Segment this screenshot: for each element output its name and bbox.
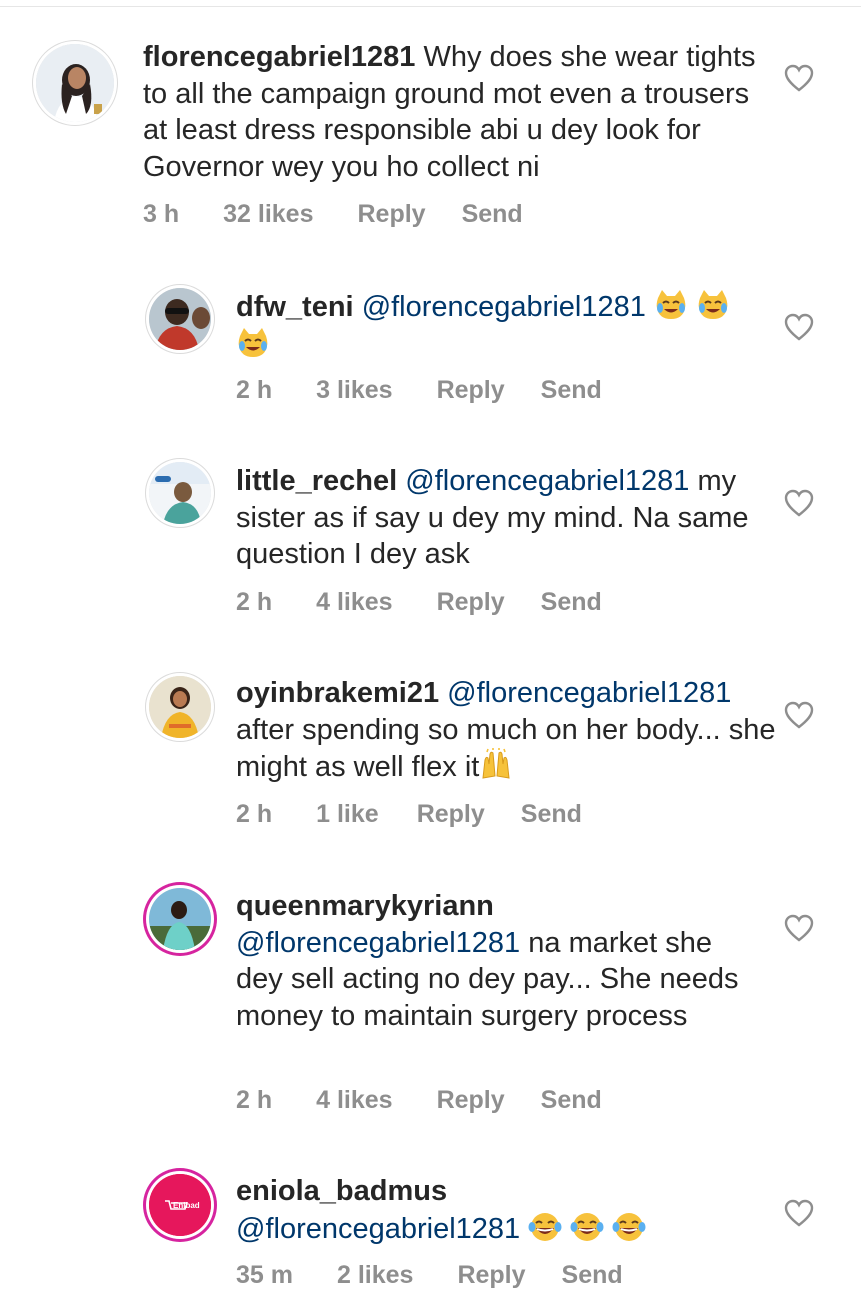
comment-meta: 2 h 3 likes Reply Send bbox=[236, 376, 602, 405]
comment-mention[interactable]: @florencegabriel1281 bbox=[405, 465, 689, 497]
heart-icon[interactable] bbox=[784, 313, 814, 341]
comment-text: florencegabriel1281 Why does she wear ti… bbox=[143, 39, 763, 185]
send-button[interactable]: Send bbox=[562, 1261, 623, 1290]
comment-likes[interactable]: 4 likes bbox=[316, 588, 392, 617]
comment-username[interactable]: dfw_teni bbox=[236, 291, 354, 323]
comment-likes[interactable]: 3 likes bbox=[316, 376, 392, 405]
reply-button[interactable]: Reply bbox=[437, 1086, 505, 1115]
send-button[interactable]: Send bbox=[541, 376, 602, 405]
avatar[interactable]: Enibad bbox=[149, 1174, 211, 1236]
raised-hands-emoji bbox=[479, 748, 513, 783]
avatar[interactable] bbox=[149, 888, 211, 950]
reply-button[interactable]: Reply bbox=[437, 376, 505, 405]
comment-username[interactable]: queenmarykyriann bbox=[236, 890, 494, 922]
comment-time: 3 h bbox=[143, 200, 180, 228]
heart-icon[interactable] bbox=[784, 1199, 814, 1227]
send-button[interactable]: Send bbox=[541, 1086, 602, 1115]
comment-username[interactable]: oyinbrakemi21 bbox=[236, 677, 439, 709]
send-button[interactable]: Send bbox=[521, 800, 582, 829]
heart-icon[interactable] bbox=[784, 64, 814, 92]
send-button[interactable]: Send bbox=[462, 200, 523, 229]
top-divider bbox=[0, 6, 861, 7]
comment-meta: 2 h 4 likes Reply Send bbox=[236, 1086, 602, 1115]
send-button[interactable]: Send bbox=[541, 588, 602, 617]
avatar[interactable] bbox=[149, 676, 211, 738]
comment-time: 35 m bbox=[236, 1261, 293, 1289]
comment-time: 2 h bbox=[236, 800, 273, 828]
reply-button[interactable]: Reply bbox=[417, 800, 485, 829]
comment-likes[interactable]: 2 likes bbox=[337, 1261, 413, 1290]
comment-meta: 2 h 4 likes Reply Send bbox=[236, 588, 602, 617]
comment-text: little_rechel @florencegabriel1281 my si… bbox=[236, 463, 776, 573]
comment-time: 2 h bbox=[236, 376, 273, 404]
comment-meta: 35 m 2 likes Reply Send bbox=[236, 1261, 623, 1290]
comment-meta: 3 h 32 likes Reply Send bbox=[143, 200, 523, 229]
comment-meta: 2 h 1 like Reply Send bbox=[236, 800, 582, 829]
comment-username[interactable]: little_rechel bbox=[236, 465, 397, 497]
avatar[interactable] bbox=[149, 462, 211, 524]
comment-mention[interactable]: @florencegabriel1281 bbox=[362, 291, 646, 323]
laughing-tears-emoji bbox=[528, 1212, 646, 1245]
heart-icon[interactable] bbox=[784, 489, 814, 517]
comment-text: eniola_badmus @florencegabriel1281 bbox=[236, 1173, 756, 1247]
comment-text: dfw_teni @florencegabriel1281 bbox=[236, 288, 766, 363]
comment-username[interactable]: eniola_badmus bbox=[236, 1175, 447, 1207]
comment-likes[interactable]: 32 likes bbox=[223, 200, 313, 229]
comment-mention[interactable]: @florencegabriel1281 bbox=[447, 677, 731, 709]
comment-text: queenmarykyriann @florencegabriel1281 na… bbox=[236, 888, 756, 1034]
avatar-logo-text: Enibad bbox=[173, 1201, 200, 1210]
reply-button[interactable]: Reply bbox=[457, 1261, 525, 1290]
comment-time: 2 h bbox=[236, 588, 273, 616]
comment-mention[interactable]: @florencegabriel1281 bbox=[236, 927, 520, 959]
comment-username[interactable]: florencegabriel1281 bbox=[143, 41, 415, 73]
comment-text: oyinbrakemi21 @florencegabriel1281 after… bbox=[236, 675, 776, 786]
heart-icon[interactable] bbox=[784, 701, 814, 729]
comment-likes[interactable]: 4 likes bbox=[316, 1086, 392, 1115]
comment-mention[interactable]: @florencegabriel1281 bbox=[236, 1213, 520, 1245]
heart-icon[interactable] bbox=[784, 914, 814, 942]
reply-button[interactable]: Reply bbox=[437, 588, 505, 617]
comment-likes[interactable]: 1 like bbox=[316, 800, 379, 829]
reply-button[interactable]: Reply bbox=[357, 200, 425, 229]
avatar[interactable] bbox=[149, 288, 211, 350]
avatar[interactable] bbox=[36, 44, 114, 122]
comment-time: 2 h bbox=[236, 1086, 273, 1114]
